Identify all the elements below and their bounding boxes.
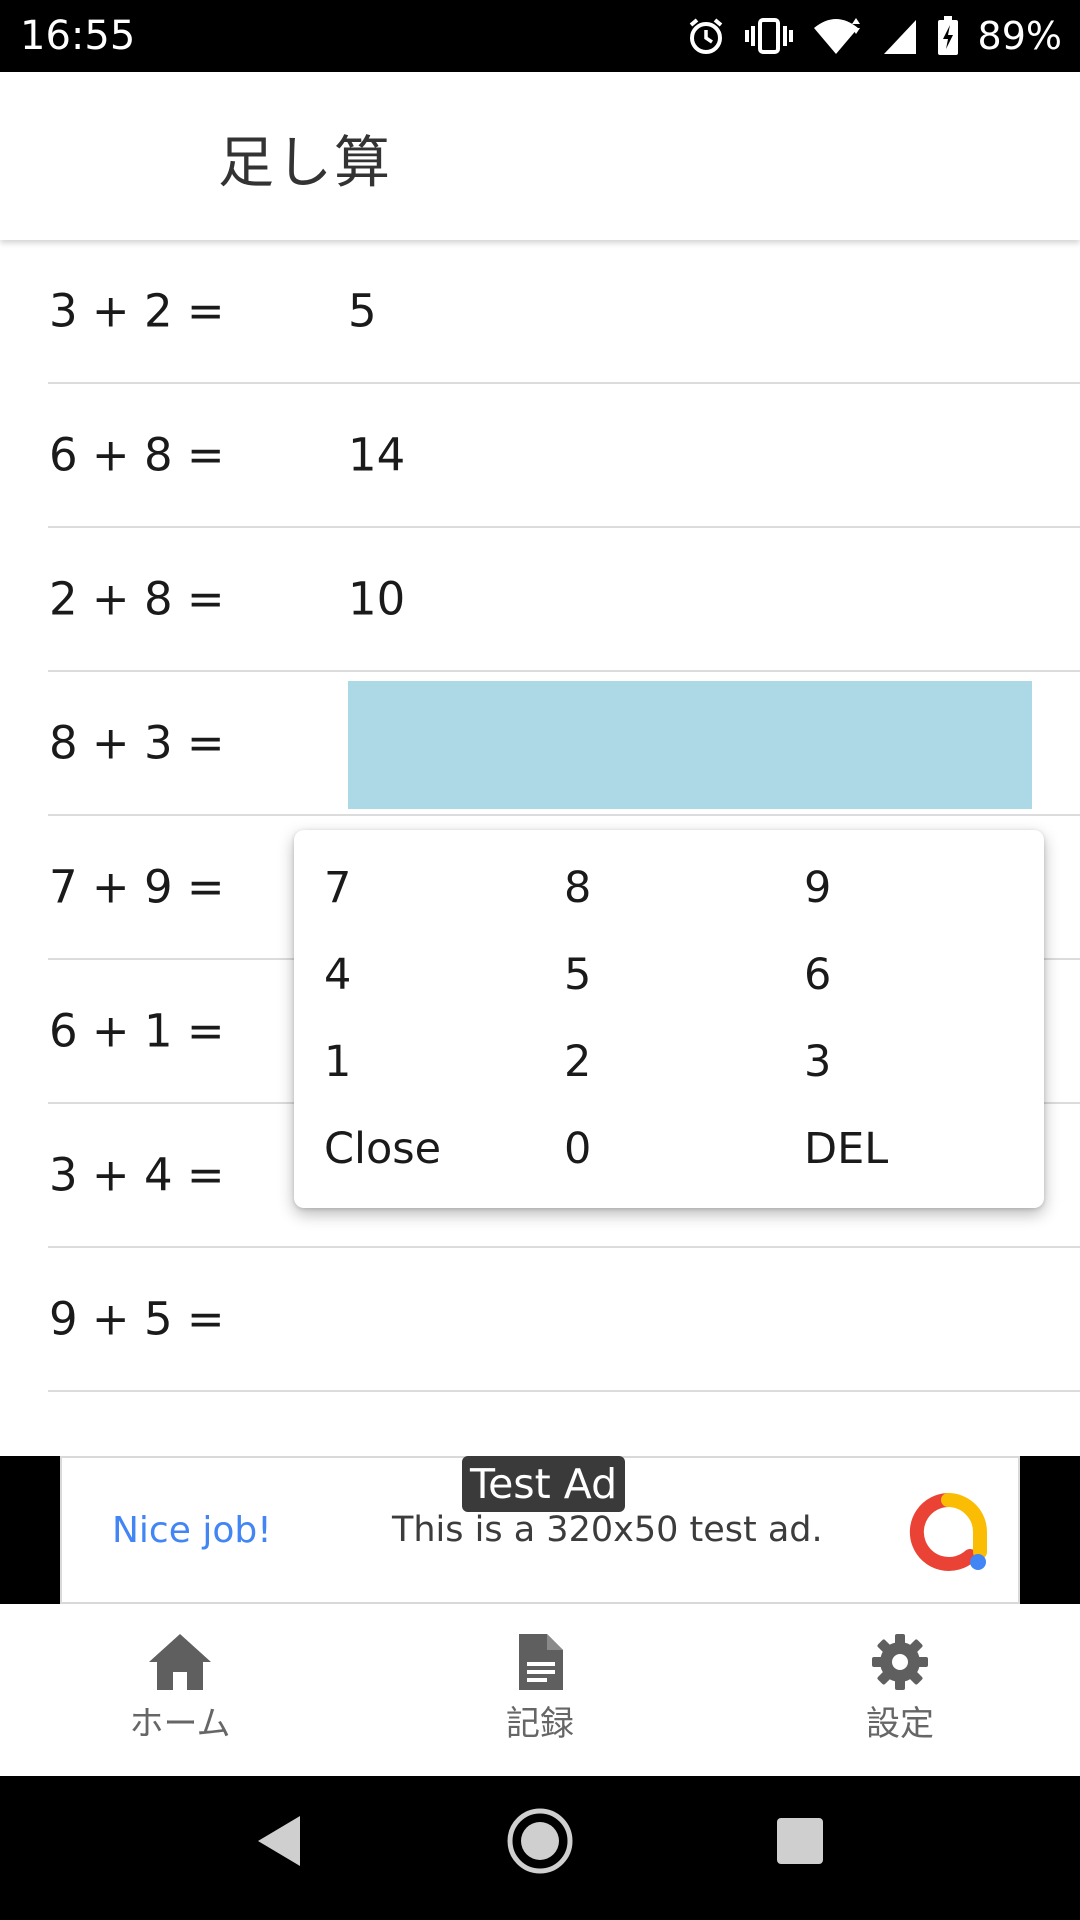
key-5[interactable]: 5 xyxy=(564,935,591,1015)
answer-field[interactable]: 5 xyxy=(348,285,377,338)
problem-question: 8 + 3 = xyxy=(49,716,225,770)
cell-signal-icon xyxy=(882,16,918,56)
wifi-icon xyxy=(812,16,864,56)
nav-settings-label: 設定 xyxy=(866,1704,934,1744)
key-8[interactable]: 8 xyxy=(564,848,591,928)
admob-logo-icon xyxy=(908,1492,988,1576)
problem-question: 6 + 1 = xyxy=(49,1004,225,1058)
problem-row: 9 + 5 = xyxy=(48,1248,1080,1392)
problem-row: 6 + 8 = 14 xyxy=(48,384,1080,528)
nav-home-label: ホーム xyxy=(129,1704,231,1744)
key-2[interactable]: 2 xyxy=(564,1022,591,1102)
document-icon xyxy=(440,1632,640,1692)
nav-settings[interactable]: 設定 xyxy=(800,1632,1000,1745)
status-bar: 16:55 89% xyxy=(0,0,1080,72)
key-0[interactable]: 0 xyxy=(564,1109,591,1189)
alarm-icon xyxy=(686,16,726,56)
system-navigation-bar xyxy=(0,1776,1080,1920)
bottom-navigation: ホーム 記録 設定 xyxy=(0,1604,1080,1776)
back-icon[interactable] xyxy=(250,1806,310,1880)
nav-records[interactable]: 記録 xyxy=(440,1632,640,1745)
home-icon xyxy=(80,1632,280,1692)
problem-question: 9 + 5 = xyxy=(49,1292,225,1346)
status-icons: 89% xyxy=(686,14,1062,58)
test-ad-badge: Test Ad xyxy=(462,1456,626,1512)
key-1[interactable]: 1 xyxy=(324,1022,351,1102)
problem-question: 3 + 2 = xyxy=(49,284,225,338)
battery-percent: 89% xyxy=(977,14,1062,58)
vibrate-icon xyxy=(744,16,794,56)
key-3[interactable]: 3 xyxy=(804,1022,831,1102)
problem-question: 3 + 4 = xyxy=(49,1148,225,1202)
delete-button[interactable]: DEL xyxy=(804,1109,888,1189)
problem-row: 3 + 2 = 5 xyxy=(48,240,1080,384)
answer-field[interactable]: 14 xyxy=(348,429,405,482)
active-answer-field[interactable] xyxy=(348,681,1032,809)
status-time: 16:55 xyxy=(20,13,136,59)
battery-charging-icon xyxy=(936,16,960,56)
answer-field[interactable]: 10 xyxy=(348,573,405,626)
nav-home[interactable]: ホーム xyxy=(80,1632,280,1745)
home-circle-icon[interactable] xyxy=(505,1806,575,1880)
key-7[interactable]: 7 xyxy=(324,848,351,928)
key-4[interactable]: 4 xyxy=(324,935,351,1015)
key-9[interactable]: 9 xyxy=(804,848,831,928)
nav-records-label: 記録 xyxy=(506,1704,574,1744)
problem-row: 8 + 3 = xyxy=(48,672,1080,816)
key-6[interactable]: 6 xyxy=(804,935,831,1015)
problem-row: 2 + 8 = 10 xyxy=(48,528,1080,672)
ad-container: Test Ad Nice job! This is a 320x50 test … xyxy=(0,1456,1080,1604)
page-title: 足し算 xyxy=(218,131,392,196)
problem-question: 7 + 9 = xyxy=(49,860,225,914)
app-bar: 足し算 xyxy=(0,72,1080,240)
number-keypad: 7 8 9 4 5 6 1 2 3 Close 0 DEL xyxy=(294,830,1044,1208)
recents-icon[interactable] xyxy=(775,1806,825,1880)
ad-headline: Nice job! xyxy=(112,1510,272,1551)
close-button[interactable]: Close xyxy=(324,1109,441,1189)
ad-banner[interactable]: Test Ad Nice job! This is a 320x50 test … xyxy=(60,1456,1020,1604)
ad-text: This is a 320x50 test ad. xyxy=(392,1510,823,1550)
problem-question: 2 + 8 = xyxy=(49,572,225,626)
problem-question: 6 + 8 = xyxy=(49,428,225,482)
gear-icon xyxy=(800,1632,1000,1692)
